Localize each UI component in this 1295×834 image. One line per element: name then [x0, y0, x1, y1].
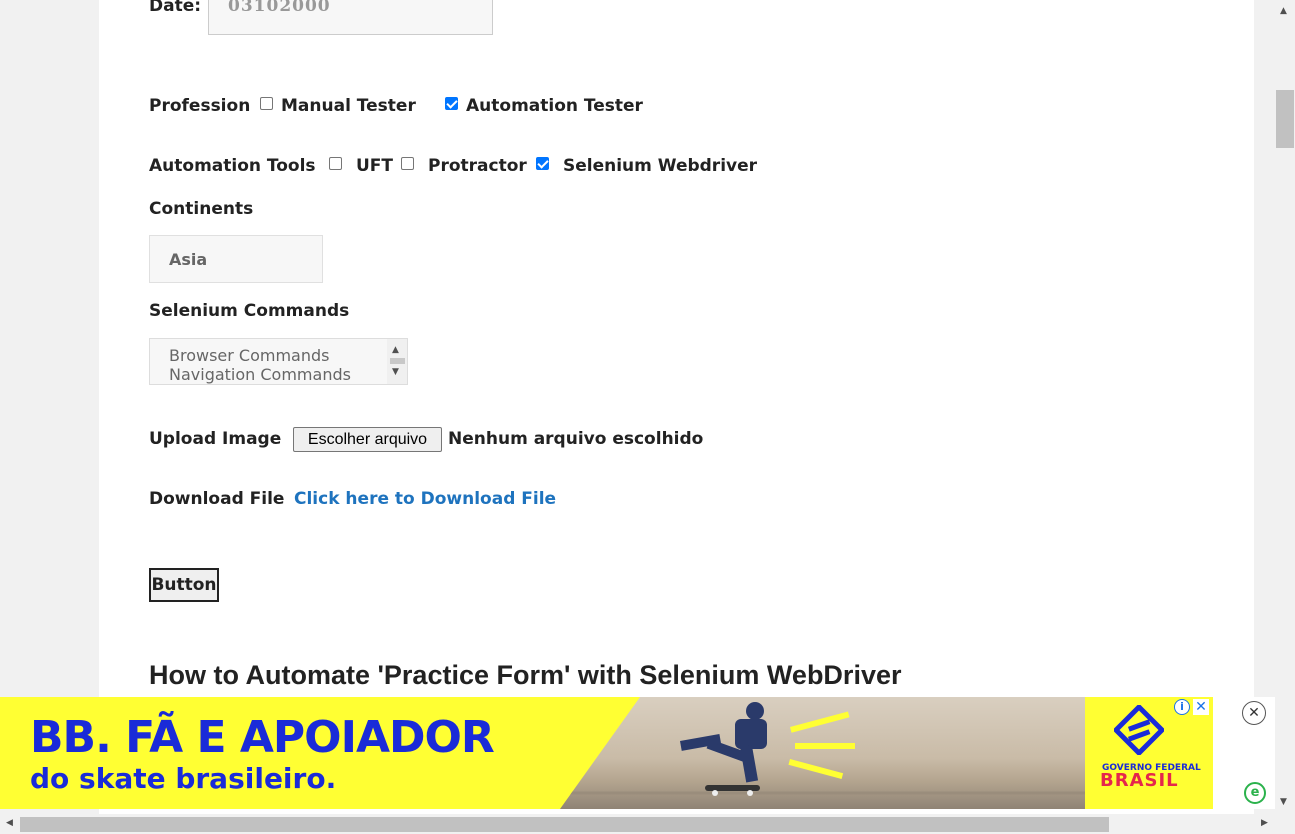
scroll-up-arrow-icon[interactable]: ▲	[392, 345, 399, 355]
vertical-scroll-thumb[interactable]	[1276, 90, 1294, 148]
form-button[interactable]: Button	[149, 568, 219, 602]
automation-tools-label: Automation Tools	[149, 156, 316, 176]
ad-info-icon[interactable]: i	[1174, 699, 1190, 715]
ad-brand-logo	[1114, 705, 1164, 755]
checkbox-selenium-webdriver[interactable]	[536, 157, 549, 170]
checkbox-protractor[interactable]	[401, 157, 414, 170]
scroll-down-arrow-icon[interactable]: ▼	[1280, 797, 1287, 807]
checkbox-manual-tester[interactable]	[260, 97, 273, 110]
listbox-option-browser-commands[interactable]: Browser Commands	[169, 346, 330, 365]
date-label: Date:	[149, 0, 202, 16]
scroll-right-arrow-icon[interactable]: ▶	[1261, 818, 1268, 828]
checkbox-automation-tester[interactable]	[445, 97, 458, 110]
selenium-commands-label: Selenium Commands	[149, 301, 350, 321]
skater-illustration	[560, 702, 1085, 796]
scroll-left-arrow-icon[interactable]: ◀	[6, 818, 13, 828]
continents-label: Continents	[149, 199, 254, 219]
protractor-label: Protractor	[428, 156, 527, 176]
profession-label: Profession	[149, 96, 251, 116]
checkbox-uft[interactable]	[329, 157, 342, 170]
horizontal-scroll-thumb[interactable]	[20, 817, 1109, 832]
listbox-scroll-thumb[interactable]	[390, 358, 405, 364]
ad-close-icon[interactable]: ✕	[1193, 699, 1209, 715]
ad-subline: do skate brasileiro.	[30, 762, 337, 795]
ad-headline: BB. FÃ E APOIADOR	[30, 712, 495, 763]
uft-label: UFT	[356, 156, 394, 176]
date-value: 03102000	[228, 0, 331, 16]
scroll-up-arrow-icon[interactable]: ▲	[1280, 6, 1287, 16]
selenium-webdriver-label: Selenium Webdriver	[563, 156, 758, 176]
download-file-label: Download File	[149, 489, 285, 509]
choose-file-button[interactable]: Escolher arquivo	[293, 427, 442, 452]
article-heading: How to Automate 'Practice Form' with Sel…	[149, 660, 902, 690]
ad-network-logo-icon: e	[1244, 782, 1266, 804]
continents-selected-value: Asia	[169, 250, 208, 269]
automation-tester-label: Automation Tester	[466, 96, 643, 116]
download-file-link[interactable]: Click here to Download File	[294, 489, 556, 509]
upload-status: Nenhum arquivo escolhido	[448, 429, 704, 449]
ad-skater-photo	[560, 697, 1085, 809]
manual-tester-label: Manual Tester	[281, 96, 416, 116]
dismiss-ad-close-icon[interactable]: ✕	[1242, 701, 1266, 725]
ad-brand-main: BRASIL	[1100, 770, 1179, 791]
scroll-down-arrow-icon[interactable]: ▼	[392, 367, 399, 377]
listbox-option-navigation-commands[interactable]: Navigation Commands	[169, 365, 351, 384]
upload-image-label: Upload Image	[149, 429, 282, 449]
